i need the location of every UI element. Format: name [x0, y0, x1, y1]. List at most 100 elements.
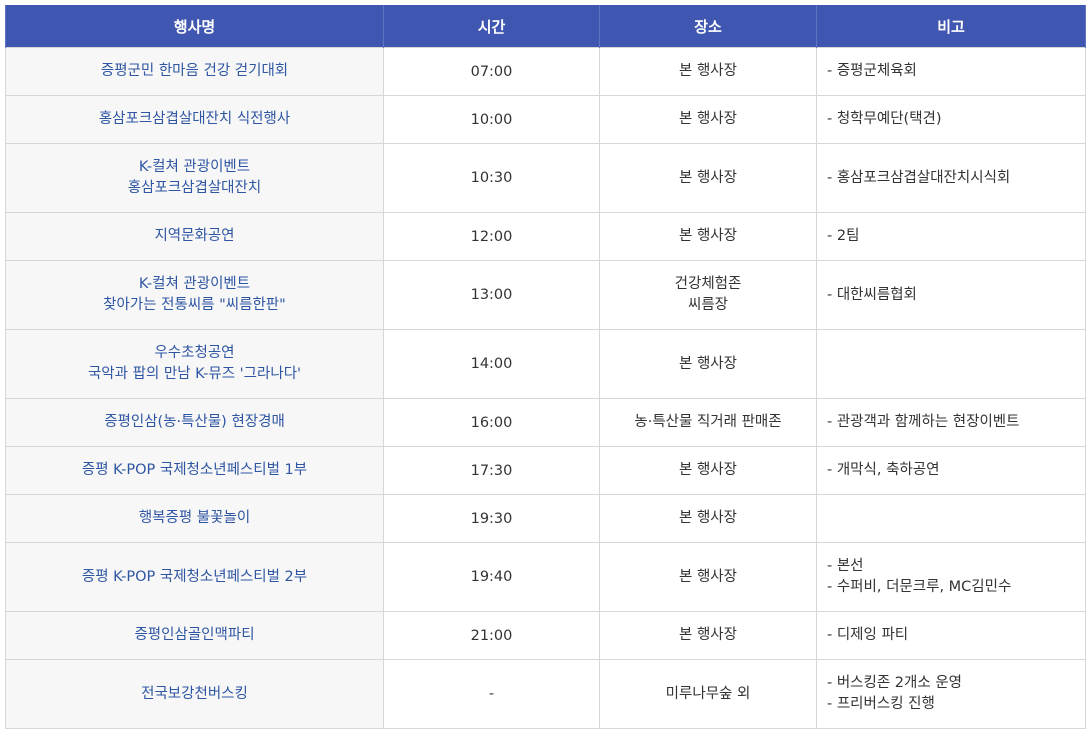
event-note-cell-line: - 개막식, 축하공연	[827, 462, 940, 478]
event-place-cell-line: 미루나무숲 외	[665, 685, 751, 702]
event-note-cell-line: - 본선	[827, 558, 864, 574]
event-place-cell-line: 본 행사장	[679, 355, 737, 372]
event-place-cell-line: 농·특산물 직거래 판매존	[634, 414, 782, 430]
event-place-cell: 본 행사장	[599, 47, 817, 96]
table-row: 증평인삼골인맥파티 21:00 본 행사장 - 디제잉 파티	[5, 611, 1086, 660]
event-place-cell: 본 행사장	[599, 212, 817, 261]
event-place-cell-line: 본 행사장	[679, 169, 737, 186]
event-time-cell: 21:00	[383, 611, 600, 660]
event-name-cell: 증평 K-POP 국제청소년페스티벌 1부	[5, 446, 384, 495]
event-note-cell-line: - 프리버스킹 진행	[827, 696, 935, 712]
table-row: 홍삼포크삼겹살대잔치 식전행사 10:00 본 행사장 - 청학무예단(택견)	[5, 95, 1086, 144]
event-name-cell-line: 홍삼포크삼겹살대잔치	[127, 180, 262, 196]
event-place-cell-line: 본 행사장	[679, 228, 737, 244]
event-note-cell: - 관광객과 함께하는 현장이벤트	[816, 398, 1086, 447]
event-name-cell-line: 증평인삼골인맥파티	[134, 627, 255, 643]
event-name-cell: 홍삼포크삼겹살대잔치 식전행사	[5, 95, 384, 144]
event-note-cell-line: - 디제잉 파티	[827, 627, 909, 643]
table-row: 증평인삼(농·특산물) 현장경매 16:00 농·특산물 직거래 판매존 - 관광객과…	[5, 398, 1086, 447]
table-row: K-컬쳐 관광이벤트 찾아가는 전통씨름 "씨름한판" 13:00 건강체험존 씨름장 -…	[5, 260, 1086, 330]
header-note: 비고	[816, 5, 1086, 48]
event-note-cell-line: - 대한씨름협회	[827, 286, 917, 303]
event-name-cell: 증평인삼(농·특산물) 현장경매	[5, 398, 384, 447]
event-place-cell-line: 본 행사장	[679, 63, 737, 79]
event-name-cell-line: 우수초청공연	[154, 345, 235, 361]
event-name-cell-line: 증평군민 한마음 건강 걷기대회	[100, 63, 289, 79]
event-note-cell-line: - 증평군체육회	[827, 63, 917, 79]
event-name-cell-line: 증평인삼(농·특산물) 현장경매	[104, 414, 285, 430]
event-note-cell: - 2팀	[816, 212, 1086, 261]
header-place: 장소	[599, 5, 817, 48]
event-place-cell: 미루나무숲 외	[599, 659, 817, 729]
event-place-cell: 본 행사장	[599, 542, 817, 612]
event-name-cell-line: 전국보강천버스킹	[141, 685, 248, 702]
table-header: 행사명 시간 장소 비고	[5, 5, 1086, 48]
event-note-cell: - 청학무예단(택견)	[816, 95, 1086, 144]
event-note-cell: - 개막식, 축하공연	[816, 446, 1086, 495]
event-name-cell-line: 홍삼포크삼겹살대잔치 식전행사	[98, 111, 291, 127]
event-name-cell-line: 국악과 팝의 만남 K-뮤즈 '그라나다'	[87, 366, 302, 382]
event-name-cell: 증평 K-POP 국제청소년페스티벌 2부	[5, 542, 384, 612]
event-place-cell-line: 건강체험존	[674, 276, 742, 292]
event-note-cell-line: - 버스킹존 2개소 운영	[827, 675, 963, 691]
event-note-cell-line: - 수퍼비, 더문크루, MC김민수	[827, 579, 1012, 595]
event-note-cell-line: - 홍삼포크삼겹살대잔치시식회	[827, 169, 1011, 186]
table-row: 행복증평 불꽃놀이 19:30 본 행사장	[5, 494, 1086, 543]
header-event: 행사명	[5, 5, 384, 48]
table-row: 증평군민 한마음 건강 걷기대회 07:00 본 행사장 - 증평군체육회	[5, 47, 1086, 96]
event-time-cell: 13:00	[383, 260, 600, 330]
event-place-cell-line: 본 행사장	[679, 510, 737, 526]
event-name-cell-line: 증평 K-POP 국제청소년페스티벌 2부	[81, 568, 308, 585]
event-note-cell	[816, 494, 1086, 543]
event-place-cell-line: 본 행사장	[679, 111, 737, 127]
header-row: 행사명 시간 장소 비고	[5, 5, 1086, 48]
event-time-cell: 17:30	[383, 446, 600, 495]
event-name-cell-line: K-컬쳐 관광이벤트	[138, 159, 251, 175]
event-note-cell: - 증평군체육회	[816, 47, 1086, 96]
event-place-cell: 본 행사장	[599, 494, 817, 543]
event-name-cell: K-컬쳐 관광이벤트찾아가는 전통씨름 "씨름한판"	[5, 260, 384, 330]
event-place-cell-line: 본 행사장	[679, 462, 737, 478]
event-name-cell-line: 지역문화공연	[154, 228, 235, 244]
event-note-cell-line: - 관광객과 함께하는 현장이벤트	[827, 414, 1020, 430]
event-note-cell	[816, 329, 1086, 399]
event-name-cell: 전국보강천버스킹	[5, 659, 384, 729]
event-place-cell-line: 본 행사장	[679, 568, 737, 585]
event-note-cell-line: - 2팀	[827, 228, 860, 244]
header-time: 시간	[383, 5, 600, 48]
event-place-cell: 농·특산물 직거래 판매존	[599, 398, 817, 447]
event-place-cell-line: 본 행사장	[679, 627, 737, 643]
event-time-cell: 16:00	[383, 398, 600, 447]
table-body: 증평군민 한마음 건강 걷기대회 07:00 본 행사장 - 증평군체육회홍삼포크삼겹…	[5, 47, 1086, 729]
event-name-cell-line: 행복증평 불꽃놀이	[138, 510, 251, 526]
table-row: K-컬쳐 관광이벤트 홍삼포크삼겹살대잔치 10:30 본 행사장 - 홍삼포크삼겹살대…	[5, 143, 1086, 213]
table-row: 증평 K-POP 국제청소년페스티벌 2부 19:40 본 행사장 - 본선 - 수퍼비…	[5, 542, 1086, 612]
event-note-cell: - 홍삼포크삼겹살대잔치시식회	[816, 143, 1086, 213]
event-time-cell: 10:00	[383, 95, 600, 144]
schedule-table-wrapper: 행사명 시간 장소 비고 증평군민 한마음 건강 걷기대회 07:00 본 행사장 -…	[5, 5, 1086, 729]
event-place-cell: 본 행사장	[599, 446, 817, 495]
event-note-cell: - 본선 - 수퍼비, 더문크루, MC김민수	[816, 542, 1086, 612]
event-note-cell-line: - 청학무예단(택견)	[827, 111, 942, 127]
event-name-cell: K-컬쳐 관광이벤트홍삼포크삼겹살대잔치	[5, 143, 384, 213]
table-row: 전국보강천버스킹 - 미루나무숲 외 - 버스킹존 2개소 운영 - 프리버스킹 진행	[5, 659, 1086, 729]
table-row: 지역문화공연 12:00 본 행사장 - 2팀	[5, 212, 1086, 261]
event-name-cell: 지역문화공연	[5, 212, 384, 261]
event-place-cell: 본 행사장	[599, 329, 817, 399]
event-name-cell-line: 찾아가는 전통씨름 "씨름한판"	[103, 297, 286, 313]
event-time-cell: 07:00	[383, 47, 600, 96]
table-row: 우수초청공연 국악과 팝의 만남 K-뮤즈 '그라나다' 14:00 본 행사장	[5, 329, 1086, 399]
event-note-cell: - 디제잉 파티	[816, 611, 1086, 660]
event-name-cell: 증평인삼골인맥파티	[5, 611, 384, 660]
event-place-cell: 본 행사장	[599, 95, 817, 144]
event-note-cell: - 대한씨름협회	[816, 260, 1086, 330]
table-row: 증평 K-POP 국제청소년페스티벌 1부 17:30 본 행사장 - 개막식, 축하…	[5, 446, 1086, 495]
event-place-cell-line: 씨름장	[687, 297, 729, 313]
event-time-cell: -	[383, 659, 600, 729]
event-schedule-table: 행사명 시간 장소 비고 증평군민 한마음 건강 걷기대회 07:00 본 행사장 -…	[5, 5, 1086, 729]
event-time-cell: 19:30	[383, 494, 600, 543]
event-name-cell: 행복증평 불꽃놀이	[5, 494, 384, 543]
event-name-cell-line: K-컬쳐 관광이벤트	[138, 276, 251, 292]
event-time-cell: 19:40	[383, 542, 600, 612]
event-name-cell: 증평군민 한마음 건강 걷기대회	[5, 47, 384, 96]
